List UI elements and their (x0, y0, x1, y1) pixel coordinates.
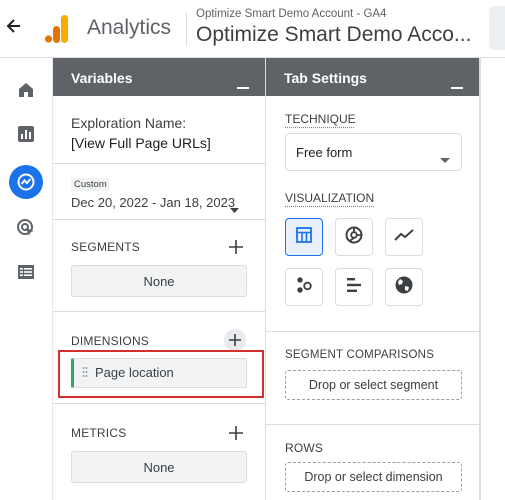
technique-section: TECHNIQUE Free form VISUALIZATION (266, 96, 479, 331)
metrics-section: METRICS None (53, 404, 265, 500)
donut-chart-icon (344, 225, 364, 250)
dimension-chip-label: Page location (95, 365, 174, 380)
dimensions-section: DIMENSIONS Page location (53, 312, 265, 404)
technique-value: Free form (296, 145, 353, 160)
header-divider (186, 12, 187, 46)
top-bar: Analytics Optimize Smart Demo Account - … (0, 0, 505, 58)
segment-comparisons-section: SEGMENT COMPARISONS Drop or select segme… (266, 332, 479, 424)
segment-drop-zone[interactable]: Drop or select segment (285, 370, 462, 400)
add-dimension-icon[interactable] (224, 329, 246, 351)
date-range-picker[interactable]: Dec 20, 2022 - Jan 18, 2023 (71, 195, 235, 210)
technique-select[interactable]: Free form (285, 133, 462, 171)
metrics-empty: None (71, 451, 247, 483)
add-metric-icon[interactable] (228, 425, 244, 441)
technique-label: TECHNIQUE (285, 112, 356, 126)
account-subtitle[interactable]: Optimize Smart Demo Account - GA4 (196, 8, 386, 20)
app-name: Analytics (87, 16, 172, 39)
ga4-exploration-page: Analytics Optimize Smart Demo Account - … (0, 0, 505, 500)
visualization-label: VISUALIZATION (285, 191, 375, 205)
report-canvas-edge (480, 58, 505, 500)
property-name[interactable]: Optimize Smart Demo Acco... (196, 23, 481, 47)
variables-header: Variables (53, 58, 265, 96)
drag-handle-icon[interactable] (82, 366, 88, 385)
rows-section: ROWS Drop or select dimension (266, 425, 479, 500)
bar-icon (345, 277, 363, 298)
dimensions-label: DIMENSIONS (71, 334, 150, 348)
date-badge: Custom (71, 178, 110, 191)
segments-section: SEGMENTS None (53, 220, 265, 312)
segments-empty: None (71, 265, 247, 297)
left-nav-rail (0, 58, 53, 500)
viz-scatter-button[interactable] (285, 268, 323, 306)
bar-chart-icon[interactable] (15, 123, 37, 145)
viz-table-button[interactable] (285, 218, 323, 256)
header-action-button[interactable] (489, 6, 505, 50)
explore-icon[interactable] (9, 165, 43, 199)
variables-panel: Variables Exploration Name: [View Full P… (53, 58, 266, 500)
date-dropdown-icon[interactable] (230, 200, 239, 218)
viz-geo-button[interactable] (385, 268, 423, 306)
tab-settings-header: Tab Settings (266, 58, 479, 96)
exploration-name-label: Exploration Name: (71, 115, 187, 131)
dimension-chip[interactable]: Page location (71, 358, 247, 388)
back-arrow-icon[interactable] (6, 16, 24, 38)
exploration-name-section: Exploration Name: [View Full Page URLs] (53, 96, 265, 164)
segments-label: SEGMENTS (71, 240, 140, 254)
analytics-logo-icon (44, 14, 70, 44)
advertising-icon[interactable] (15, 217, 37, 239)
viz-line-button[interactable] (385, 218, 423, 256)
rows-drop-zone[interactable]: Drop or select dimension (285, 462, 462, 492)
list-icon[interactable] (15, 261, 37, 283)
segment-comparisons-label: SEGMENT COMPARISONS (285, 349, 435, 361)
scatter-icon (294, 275, 314, 300)
home-icon[interactable] (15, 79, 37, 101)
minimize-variables-icon[interactable] (237, 87, 249, 89)
variables-title: Variables (71, 70, 133, 86)
metrics-label: METRICS (71, 426, 127, 440)
add-segment-icon[interactable] (228, 239, 244, 255)
viz-bar-button[interactable] (335, 268, 373, 306)
globe-icon (394, 275, 414, 300)
table-icon (295, 226, 313, 249)
exploration-name-input[interactable]: [View Full Page URLs] (71, 135, 211, 151)
technique-dropdown-icon[interactable] (440, 150, 450, 168)
minimize-tab-settings-icon[interactable] (451, 87, 463, 89)
line-chart-icon (394, 228, 414, 247)
rows-label: ROWS (285, 441, 324, 455)
tab-settings-title: Tab Settings (284, 70, 367, 86)
date-range-section: Custom Dec 20, 2022 - Jan 18, 2023 (53, 164, 265, 220)
viz-donut-button[interactable] (335, 218, 373, 256)
tab-settings-panel: Tab Settings TECHNIQUE Free form VISUALI… (266, 58, 480, 500)
